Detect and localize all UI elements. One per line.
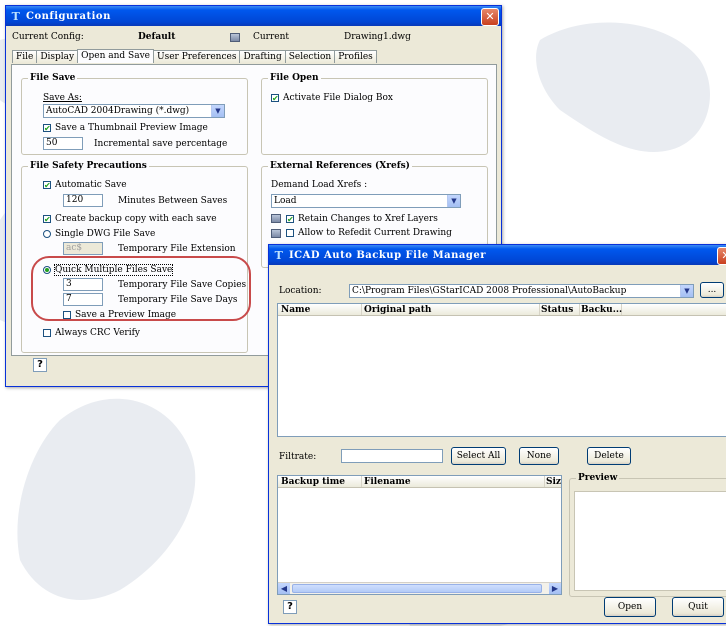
save-as-label: Save As:	[43, 93, 82, 103]
quit-button[interactable]: Quit	[672, 597, 724, 617]
backup-checkbox[interactable]: ✔	[43, 215, 51, 224]
col-name[interactable]: Name	[278, 304, 362, 315]
col-filename[interactable]: Filename	[361, 476, 545, 487]
help-button[interactable]: ?	[33, 358, 47, 372]
crc-verify-label: Always CRC Verify	[55, 328, 141, 338]
preview-title: Preview	[576, 473, 620, 483]
demand-load-label: Demand Load Xrefs :	[271, 180, 368, 190]
col-backup-time[interactable]: Backup time	[278, 476, 362, 487]
horizontal-scrollbar[interactable]: ◀ ▶	[278, 582, 561, 594]
autosave-checkbox[interactable]: ✔	[43, 181, 51, 190]
scroll-thumb[interactable]	[292, 584, 542, 593]
incremental-label: Incremental save percentage	[94, 139, 228, 149]
activate-dialog-label: Activate File Dialog Box	[283, 93, 393, 103]
tab-drafting[interactable]: Drafting	[239, 50, 286, 63]
close-button[interactable]: ✕	[481, 8, 499, 26]
thumbnail-checkbox[interactable]: ✔	[43, 124, 51, 133]
activate-dialog-checkbox[interactable]: ✔	[271, 94, 279, 103]
single-dwg-label: Single DWG File Save	[55, 229, 156, 239]
chevron-down-icon[interactable]: ▼	[211, 105, 224, 117]
scroll-right-icon[interactable]: ▶	[549, 583, 561, 594]
autosave-label: Automatic Save	[55, 180, 127, 190]
col-status[interactable]: Status	[538, 304, 580, 315]
tab-profiles[interactable]: Profiles	[334, 50, 377, 63]
chevron-down-icon[interactable]: ▼	[680, 285, 693, 297]
thumbnail-label: Save a Thumbnail Preview Image	[55, 123, 208, 133]
xref-title: External References (Xrefs)	[268, 161, 412, 171]
location-select[interactable]: C:\Program Files\GStarICAD 2008 Professi…	[349, 284, 694, 298]
preview-group: Preview	[569, 473, 726, 597]
current-drawing-value: Drawing1.dwg	[344, 32, 411, 42]
file-open-group: File Open	[261, 73, 488, 155]
incremental-input[interactable]: 50	[43, 137, 83, 150]
filtrate-label: Filtrate:	[279, 452, 317, 462]
crc-verify-checkbox[interactable]	[43, 329, 51, 337]
col-original-path[interactable]: Original path	[361, 304, 540, 315]
single-dwg-radio[interactable]	[43, 230, 51, 238]
close-button[interactable]: ✕	[717, 247, 726, 265]
app-icon: T	[274, 248, 284, 262]
file-safety-title: File Safety Precautions	[28, 161, 149, 171]
backup-label: Create backup copy with each save	[55, 214, 217, 224]
dialog-title: Configuration	[26, 10, 111, 22]
temp-extension-label: Temporary File Extension	[118, 244, 236, 254]
title-bar[interactable]: T ICAD Auto Backup File Manager	[269, 245, 726, 265]
open-button[interactable]: Open	[604, 597, 656, 617]
retain-xref-checkbox[interactable]: ✔	[286, 215, 294, 224]
col-size[interactable]: Siz	[543, 476, 561, 487]
save-as-select[interactable]: AutoCAD 2004Drawing (*.dwg) ▼	[43, 104, 225, 118]
filtrate-input[interactable]	[341, 449, 443, 463]
select-all-button[interactable]: Select All	[451, 447, 506, 465]
current-drawing-label: Current	[253, 32, 290, 42]
browse-button[interactable]: ...	[700, 282, 724, 298]
tab-user-preferences[interactable]: User Preferences	[153, 50, 241, 63]
file-open-title: File Open	[268, 73, 321, 83]
tab-selection[interactable]: Selection	[284, 50, 336, 63]
tab-strip: File Display Open and Save User Preferences…	[12, 49, 377, 64]
minutes-input[interactable]: 120	[63, 194, 103, 207]
preview-pane	[574, 491, 726, 591]
app-icon: T	[11, 9, 21, 23]
minutes-label: Minutes Between Saves	[118, 196, 228, 206]
backup-file-table[interactable]: Name Original path Status Backu...	[277, 303, 726, 437]
none-button[interactable]: None	[519, 447, 559, 465]
refedit-checkbox[interactable]	[286, 229, 294, 237]
backup-manager-dialog: T ICAD Auto Backup File Manager ✕ Locati…	[268, 244, 726, 624]
table-header: Name Original path Status Backu...	[278, 304, 726, 316]
tab-display[interactable]: Display	[36, 50, 79, 63]
title-bar[interactable]: T Configuration	[6, 6, 501, 26]
scroll-left-icon[interactable]: ◀	[278, 583, 290, 594]
tab-file[interactable]: File	[12, 50, 38, 63]
location-label: Location:	[279, 286, 322, 296]
file-save-title: File Save	[28, 73, 78, 83]
demand-load-select[interactable]: Load ▼	[271, 194, 461, 208]
highlight-ring	[31, 256, 251, 321]
current-config-value: Default	[138, 32, 176, 42]
refedit-icon	[271, 229, 281, 238]
drawing-icon	[230, 33, 240, 42]
retain-xref-label: Retain Changes to Xref Layers	[298, 214, 438, 224]
temp-extension-input[interactable]: ac$	[63, 242, 103, 255]
col-backup[interactable]: Backu...	[578, 304, 622, 315]
delete-button[interactable]: Delete	[587, 447, 631, 465]
current-config-label: Current Config:	[12, 32, 84, 42]
xref-layer-icon	[271, 214, 281, 223]
tab-open-and-save[interactable]: Open and Save	[77, 49, 154, 63]
help-button[interactable]: ?	[283, 600, 297, 614]
refedit-label: Allow to Refedit Current Drawing	[298, 228, 452, 238]
dialog-title: ICAD Auto Backup File Manager	[289, 249, 487, 261]
list-header: Backup time Filename Siz	[278, 476, 561, 488]
backup-version-list[interactable]: Backup time Filename Siz ◀ ▶	[277, 475, 562, 595]
chevron-down-icon[interactable]: ▼	[447, 195, 460, 207]
